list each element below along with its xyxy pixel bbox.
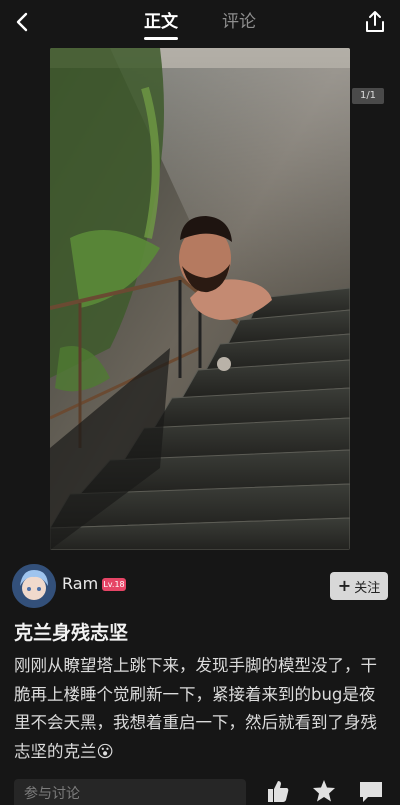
image-viewer[interactable]: 1/1 <box>0 44 400 554</box>
post-image[interactable] <box>50 48 350 550</box>
post-body: 刚刚从瞭望塔上跳下来，发现手脚的模型没了，干脆再上楼睡个觉刷新一下，紧接着来到的… <box>14 656 377 761</box>
level-badge: Lv.18 <box>102 578 126 591</box>
image-counter: 1/1 <box>352 88 384 104</box>
avatar[interactable] <box>12 564 56 608</box>
comment-button[interactable] <box>358 778 384 804</box>
star-icon <box>313 780 335 802</box>
thumbs-up-icon <box>268 781 289 802</box>
share-button[interactable] <box>362 9 388 35</box>
like-button[interactable] <box>265 778 291 804</box>
favorite-button[interactable] <box>311 778 337 804</box>
follow-button[interactable]: + 关注 <box>330 572 388 600</box>
tab-bar: 正文 评论 <box>0 0 400 44</box>
plus-icon: + <box>337 576 352 595</box>
post-title: 克兰身残志坚 <box>14 622 129 644</box>
bottom-bar: 参与讨论 <box>0 775 400 805</box>
tab-article[interactable]: 正文 <box>144 0 178 44</box>
comment-input[interactable]: 参与讨论 <box>14 779 246 805</box>
follow-label: 关注 <box>354 580 381 596</box>
share-icon <box>366 11 384 32</box>
author-name[interactable]: Ram <box>62 574 98 593</box>
author-row: Ram Lv.18 + 关注 <box>0 558 400 614</box>
comment-icon <box>360 782 382 802</box>
tab-comments[interactable]: 评论 <box>222 0 256 44</box>
top-bar: 正文 评论 <box>0 0 400 44</box>
